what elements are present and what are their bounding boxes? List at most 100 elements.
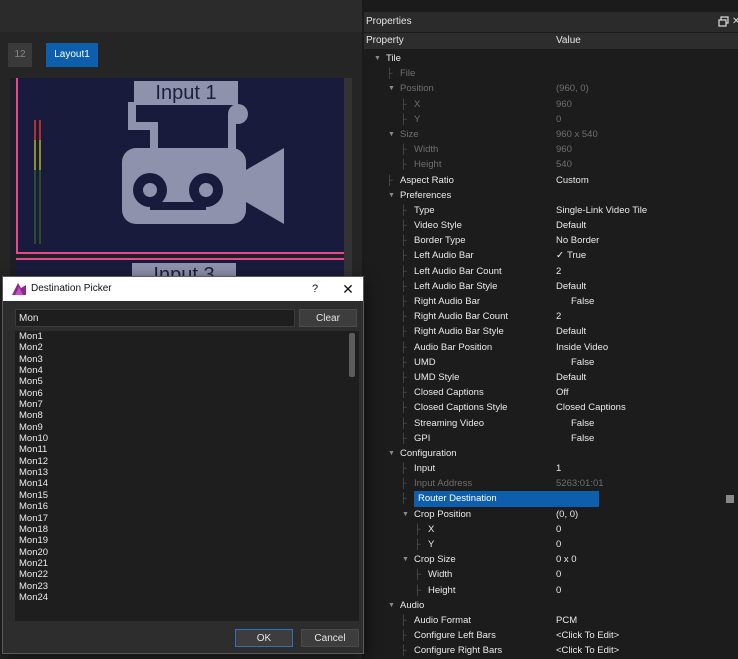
property-value[interactable]: 960 [556,97,572,112]
property-row[interactable]: ├ Type Single-Link Video Tile [364,203,738,218]
property-row[interactable]: ├ Configure Left Bars <Click To Edit> [364,628,738,643]
destination-item[interactable]: Mon24 [15,592,359,603]
property-value[interactable]: Default [556,370,586,385]
property-row[interactable]: ├ Audio Format PCM [364,613,738,628]
property-row[interactable]: ├ X 0 [364,522,738,537]
property-value[interactable]: <Click To Edit> [556,643,619,658]
property-row[interactable]: ├ Left Audio Bar ✓ True [364,248,738,263]
property-row[interactable]: ▼ Crop Size 0 x 0 [364,552,738,567]
tab-12[interactable]: 12 [8,43,32,67]
column-header-property[interactable]: Property [366,33,404,49]
property-value[interactable]: 5263:01:01 [556,476,604,491]
destination-item[interactable]: Mon4 [15,365,359,376]
property-row[interactable]: ├ Width 960 [364,142,738,157]
destination-item[interactable]: Mon5 [15,376,359,387]
property-value[interactable]: 0 [556,583,561,598]
destination-item[interactable]: Mon16 [15,501,359,512]
property-row[interactable]: ├ Closed Captions Style Closed Captions [364,400,738,415]
property-value[interactable]: 0 [556,522,561,537]
property-value[interactable]: 960 x 540 [556,127,598,142]
property-row[interactable]: ├ Y 0 [364,537,738,552]
destination-item[interactable]: Mon15 [15,490,359,501]
column-header-value[interactable]: Value [556,33,581,49]
property-row[interactable]: ├ GPI False [364,431,738,446]
property-row[interactable]: ├ Height 540 [364,157,738,172]
expand-arrow-icon[interactable]: ▼ [388,598,395,613]
destination-item[interactable]: Mon19 [15,535,359,546]
layout-canvas[interactable]: Input 1 Input 3 [10,78,344,288]
property-value[interactable]: 1 [556,461,561,476]
property-row[interactable]: ├ Aspect Ratio Custom [364,173,738,188]
property-value[interactable]: 960 [556,142,572,157]
property-row[interactable]: ▼ Preferences [364,188,738,203]
expand-arrow-icon[interactable]: ▼ [388,188,395,203]
property-row[interactable]: ▼ Crop Position (0, 0) [364,507,738,522]
clear-button[interactable]: Clear [299,309,357,327]
property-value[interactable]: 2 [556,309,561,324]
property-value[interactable]: Inside Video [556,340,608,355]
destination-item[interactable]: Mon8 [15,410,359,421]
destination-item[interactable]: Mon17 [15,513,359,524]
property-row[interactable]: ├ Configure Right Bars <Click To Edit> [364,643,738,658]
edit-handle-icon[interactable] [726,495,734,504]
property-row[interactable]: ├ Right Audio Bar False [364,294,738,309]
property-row[interactable]: ├ Height 0 [364,583,738,598]
destination-item[interactable]: Mon11 [15,444,359,455]
properties-close-icon[interactable]: ✕ [732,12,738,32]
property-value[interactable]: 2 [556,264,561,279]
property-row[interactable]: ├ Left Audio Bar Count 2 [364,264,738,279]
property-value[interactable]: 0 [556,537,561,552]
property-row[interactable]: ├ Audio Bar Position Inside Video [364,340,738,355]
tab-layout1[interactable]: Layout1 [46,43,98,67]
destination-item[interactable]: Mon7 [15,399,359,410]
property-row[interactable]: ├ Border Type No Border [364,233,738,248]
destination-item[interactable]: Mon9 [15,422,359,433]
destination-item[interactable]: Mon22 [15,569,359,580]
expand-arrow-icon[interactable]: ▼ [388,446,395,461]
property-value[interactable]: PCM [556,613,577,628]
property-value[interactable]: Single-Link Video Tile [556,203,647,218]
property-value[interactable]: No Border [556,233,599,248]
destination-item[interactable]: Mon20 [15,547,359,558]
destination-list[interactable]: Mon1 Mon2 Mon3 Mon4 Mon5 Mon6 Mon7 Mon8 Mon9 Mon1… [15,331,359,621]
property-value[interactable]: Closed Captions [556,400,626,415]
list-scrollbar[interactable] [349,333,355,377]
property-value[interactable]: 0 x 0 [556,552,577,567]
destination-item[interactable]: Mon13 [15,467,359,478]
destination-item[interactable]: Mon12 [15,456,359,467]
property-value[interactable]: Default [556,218,586,233]
destination-item[interactable]: Mon14 [15,478,359,489]
property-row[interactable]: ├ Streaming Video False [364,416,738,431]
property-value[interactable]: 0 [556,112,561,127]
expand-arrow-icon[interactable]: ▼ [388,127,395,142]
property-value[interactable]: False [556,416,594,431]
search-input[interactable] [15,309,295,327]
expand-arrow-icon[interactable]: ▼ [402,507,409,522]
property-value[interactable]: 0 [556,567,561,582]
expand-arrow-icon[interactable]: ▼ [388,81,395,96]
property-row[interactable]: ├ X 960 [364,97,738,112]
property-value[interactable]: Default [556,324,586,339]
property-value[interactable]: 540 [556,157,572,172]
destination-item[interactable]: Mon6 [15,388,359,399]
ok-button[interactable]: OK [235,629,293,647]
property-row[interactable]: ▼ Position (960, 0) [364,81,738,96]
property-row[interactable]: ├ Input Address 5263:01:01 [364,476,738,491]
property-row[interactable]: ▼ Tile [364,51,738,66]
property-row[interactable]: ├ Video Style Default [364,218,738,233]
destination-item[interactable]: Mon21 [15,558,359,569]
destination-item[interactable]: Mon18 [15,524,359,535]
help-icon[interactable]: ? [307,277,323,301]
property-value[interactable]: False [556,431,594,446]
property-value[interactable]: Default [556,279,586,294]
property-value[interactable]: (960, 0) [556,81,589,96]
property-value[interactable]: <Click To Edit> [556,628,619,643]
close-icon[interactable]: ✕ [339,277,357,301]
destination-item[interactable]: Mon1 [15,331,359,342]
destination-item[interactable]: Mon2 [15,342,359,353]
property-row[interactable]: ├ Router Destination [364,491,738,507]
float-window-icon[interactable] [718,16,729,27]
property-row[interactable]: ▼ Configuration [364,446,738,461]
property-value[interactable]: False [556,355,594,370]
property-row[interactable]: ▼ Size 960 x 540 [364,127,738,142]
